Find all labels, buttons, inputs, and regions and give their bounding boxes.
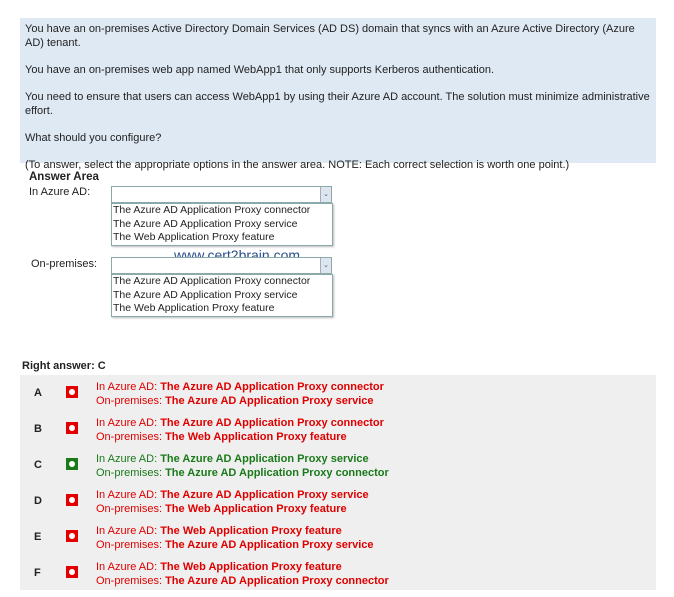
onprem-prefix: On-premises: <box>96 575 166 587</box>
choice-d[interactable]: D In Azure AD: The Azure AD Application … <box>20 483 656 519</box>
azure-value: The Azure AD Application Proxy connector <box>160 417 384 429</box>
onprem-value: The Azure AD Application Proxy service <box>165 395 374 407</box>
question-text: What should you configure? <box>25 132 162 144</box>
choice-a[interactable]: A In Azure AD: The Azure AD Application … <box>20 375 656 411</box>
azure-prefix: In Azure AD: <box>96 561 161 573</box>
choice-f[interactable]: F In Azure AD: The Web Application Proxy… <box>20 555 656 591</box>
choice-e[interactable]: E In Azure AD: The Web Application Proxy… <box>20 519 656 555</box>
azure-prefix: In Azure AD: <box>96 453 161 465</box>
azure-prefix: In Azure AD: <box>96 381 161 393</box>
right-answer: Right answer: C <box>22 360 106 372</box>
azure-option[interactable]: The Web Application Proxy feature <box>113 231 331 245</box>
incorrect-radio-icon[interactable] <box>66 566 78 578</box>
azure-option[interactable]: The Azure AD Application Proxy connector <box>113 204 331 218</box>
incorrect-radio-icon[interactable] <box>66 422 78 434</box>
choice-text: In Azure AD: The Web Application Proxy f… <box>96 560 389 588</box>
chevron-down-icon[interactable]: ⌄ <box>320 258 331 273</box>
choice-text: In Azure AD: The Azure AD Application Pr… <box>96 452 389 480</box>
azure-prefix: In Azure AD: <box>96 525 161 537</box>
azure-value: The Web Application Proxy feature <box>160 525 342 537</box>
onprem-option[interactable]: The Azure AD Application Proxy connector <box>113 275 331 289</box>
onprem-value: The Azure AD Application Proxy connector <box>165 467 389 479</box>
choice-letter: A <box>34 387 42 399</box>
azure-option[interactable]: The Azure AD Application Proxy service <box>113 218 331 232</box>
onprem-dropdown[interactable]: ⌄ <box>111 257 332 274</box>
choices-panel: A In Azure AD: The Azure AD Application … <box>20 375 656 590</box>
azure-label: In Azure AD: <box>29 186 91 198</box>
question-text: You have an on-premises Active Directory… <box>25 23 635 49</box>
azure-value: The Azure AD Application Proxy service <box>160 453 369 465</box>
question-text: You have an on-premises web app named We… <box>25 64 495 76</box>
choice-letter: B <box>34 423 42 435</box>
azure-dropdown[interactable]: ⌄ <box>111 186 332 203</box>
onprem-value: The Web Application Proxy feature <box>165 503 347 515</box>
onprem-option[interactable]: The Azure AD Application Proxy service <box>113 289 331 303</box>
incorrect-radio-icon[interactable] <box>66 530 78 542</box>
onprem-prefix: On-premises: <box>96 539 166 551</box>
choice-letter: C <box>34 459 42 471</box>
azure-options-list: The Azure AD Application Proxy connector… <box>111 203 333 246</box>
onprem-value: The Azure AD Application Proxy service <box>165 539 374 551</box>
onprem-label: On-premises: <box>31 258 98 270</box>
choice-c[interactable]: C In Azure AD: The Azure AD Application … <box>20 447 656 483</box>
choice-letter: F <box>34 567 41 579</box>
onprem-prefix: On-premises: <box>96 503 166 515</box>
incorrect-radio-icon[interactable] <box>66 494 78 506</box>
onprem-prefix: On-premises: <box>96 395 166 407</box>
choice-letter: E <box>34 531 42 543</box>
choice-letter: D <box>34 495 42 507</box>
question-text: (To answer, select the appropriate optio… <box>25 159 570 171</box>
onprem-prefix: On-premises: <box>96 467 166 479</box>
azure-value: The Azure AD Application Proxy connector <box>160 381 384 393</box>
onprem-options-list: The Azure AD Application Proxy connector… <box>111 274 333 317</box>
onprem-prefix: On-premises: <box>96 431 166 443</box>
incorrect-radio-icon[interactable] <box>66 386 78 398</box>
azure-value: The Azure AD Application Proxy service <box>160 489 369 501</box>
azure-prefix: In Azure AD: <box>96 417 161 429</box>
question-panel: You have an on-premises Active Directory… <box>20 18 656 171</box>
choice-text: In Azure AD: The Azure AD Application Pr… <box>96 416 384 444</box>
azure-value: The Web Application Proxy feature <box>160 561 342 573</box>
choice-text: In Azure AD: The Web Application Proxy f… <box>96 524 374 552</box>
onprem-value: The Azure AD Application Proxy connector <box>165 575 389 587</box>
onprem-value: The Web Application Proxy feature <box>165 431 347 443</box>
choice-b[interactable]: B In Azure AD: The Azure AD Application … <box>20 411 656 447</box>
question-text: You need to ensure that users can access… <box>25 91 650 117</box>
answer-area-title: Answer Area <box>29 171 99 183</box>
choice-text: In Azure AD: The Azure AD Application Pr… <box>96 488 369 516</box>
azure-prefix: In Azure AD: <box>96 489 161 501</box>
choice-text: In Azure AD: The Azure AD Application Pr… <box>96 380 384 408</box>
correct-radio-icon[interactable] <box>66 458 78 470</box>
onprem-option[interactable]: The Web Application Proxy feature <box>113 302 331 316</box>
chevron-down-icon[interactable]: ⌄ <box>320 187 331 202</box>
